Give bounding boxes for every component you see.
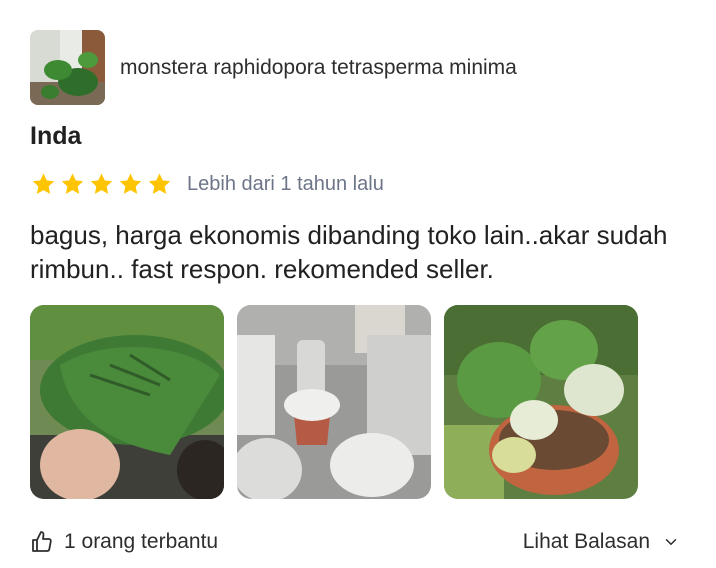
star-rating [30,171,175,198]
monstera-thumbnail-icon [30,30,105,105]
star-icon [90,173,113,194]
potted-plant-photo [444,305,638,499]
monstera-leaf-photo [30,305,224,499]
review-photos [30,305,651,499]
review-photo[interactable] [237,305,431,499]
review-footer: 1 orang terbantu Lihat Balasan [30,530,680,554]
rating-row: Lebih dari 1 tahun lalu [30,171,384,198]
helpful-button[interactable]: 1 orang terbantu [30,530,218,554]
star-icon [61,173,84,194]
helpful-count-label: 1 orang terbantu [64,530,219,553]
thumbs-up-icon [32,531,52,552]
review-photo[interactable] [30,305,224,499]
reviewer-name: Inda [30,122,82,150]
star-icon [32,173,55,194]
product-row[interactable]: monstera raphidopora tetrasperma minima [30,30,517,105]
star-icon [148,173,171,194]
product-thumbnail[interactable] [30,30,105,105]
wrapped-pots-photo [237,305,431,499]
review-photo[interactable] [444,305,638,499]
review-time: Lebih dari 1 tahun lalu [187,173,384,195]
view-replies-button[interactable]: Lihat Balasan [523,530,680,554]
chevron-down-icon [665,539,677,545]
view-replies-label: Lihat Balasan [522,530,650,553]
product-name[interactable]: monstera raphidopora tetrasperma minima [120,56,517,80]
review-text: bagus, harga ekonomis dibanding toko lai… [30,220,668,284]
star-icon [119,173,142,194]
